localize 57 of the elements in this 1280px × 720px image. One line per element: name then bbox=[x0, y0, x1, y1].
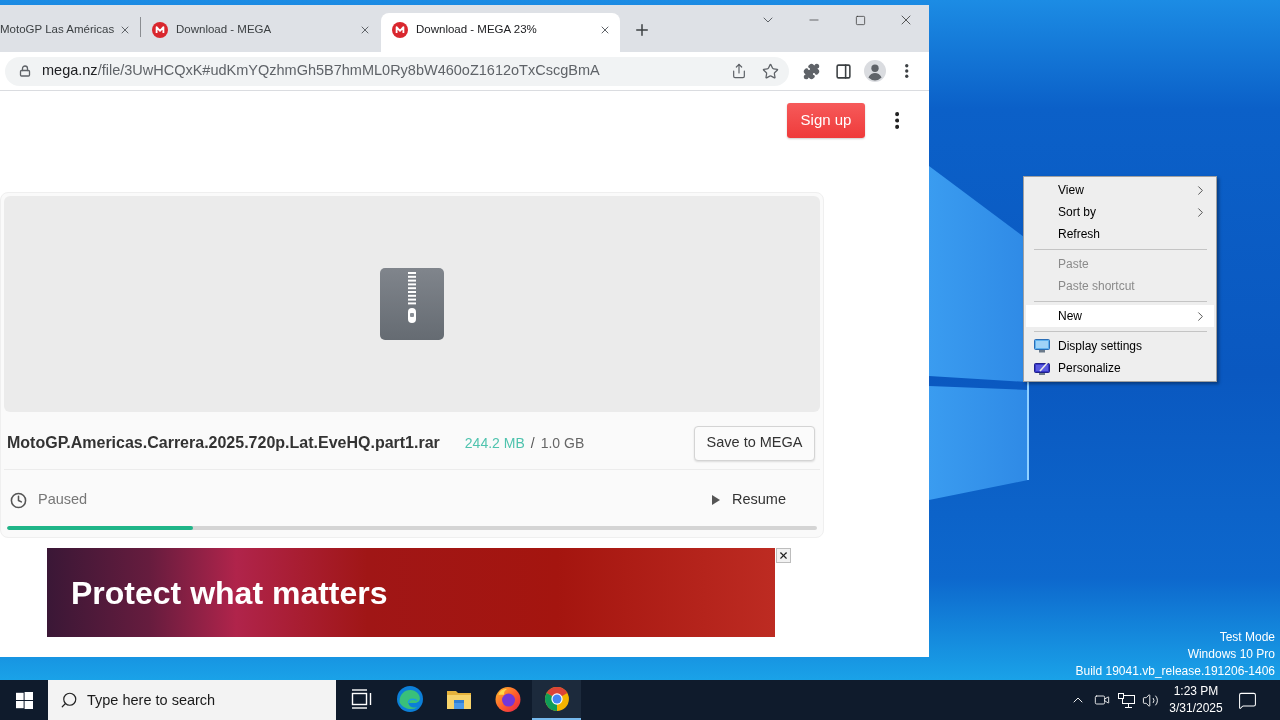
sign-up-button[interactable]: Sign up bbox=[787, 103, 865, 138]
profile-icon bbox=[864, 60, 886, 82]
task-view-icon bbox=[349, 689, 372, 709]
menu-item[interactable]: View bbox=[1026, 179, 1214, 201]
clock-icon bbox=[10, 491, 27, 509]
share-icon bbox=[731, 63, 747, 79]
network-icon bbox=[1117, 692, 1135, 708]
maximize-icon bbox=[854, 14, 866, 26]
fox-browser-icon bbox=[494, 686, 521, 712]
puzzle-icon bbox=[802, 62, 820, 80]
save-to-mega-button[interactable]: Save to MEGA bbox=[694, 425, 815, 461]
menu-item[interactable]: New bbox=[1026, 305, 1214, 327]
folder-icon bbox=[445, 688, 472, 710]
total-size: 1.0 GB bbox=[540, 433, 585, 453]
close-icon bbox=[778, 550, 789, 561]
address-bar[interactable]: mega.nz/file/3UwHCQxK#udKmYQzhmGh5B7hmML0Ry8bW460oZ1612oTxCscgBmA bbox=[5, 56, 789, 86]
system-notice-line: Windows 10 Pro bbox=[1186, 646, 1275, 663]
search-field[interactable]: Type here to search bbox=[48, 680, 336, 720]
system-notice-line: Test Mode bbox=[1218, 629, 1275, 646]
round-browser-icon bbox=[543, 686, 570, 712]
archive-file-icon bbox=[380, 268, 444, 340]
swirl-browser-icon bbox=[396, 686, 423, 712]
volume-icon bbox=[1141, 691, 1159, 709]
clock-button[interactable]: 1:23 PM 3/31/2025 bbox=[1162, 680, 1230, 720]
plus-icon bbox=[633, 21, 651, 39]
browser-tab[interactable]: MotoGP Las Américas bbox=[0, 13, 140, 52]
browser-taskbar-button[interactable] bbox=[532, 680, 581, 720]
search-icon bbox=[60, 691, 78, 709]
menu-item[interactable]: Sort by bbox=[1026, 201, 1214, 223]
browser-tab[interactable]: Download - MEGA bbox=[141, 13, 380, 52]
file-name: MotoGP.Americas.Carrera.2025.720p.Lat.EveHQ.part1.rar bbox=[7, 433, 440, 453]
resume-button[interactable]: Resume bbox=[708, 485, 790, 515]
downloaded-size: 244.2 MB bbox=[464, 433, 525, 453]
monitor-icon bbox=[1034, 339, 1050, 353]
transfer-status: Paused bbox=[38, 490, 88, 510]
notification-icon bbox=[1237, 690, 1257, 710]
browser-tab[interactable]: Download - MEGA 23% bbox=[381, 13, 620, 52]
system-notice-line: Build 19041.vb_release.191206-1406 bbox=[1075, 663, 1275, 680]
size-separator: / bbox=[530, 433, 535, 453]
menu-item[interactable]: Display settings bbox=[1026, 335, 1214, 357]
close-icon bbox=[119, 24, 131, 36]
monitor-brush-icon bbox=[1034, 361, 1050, 375]
menu-item[interactable]: Refresh bbox=[1026, 223, 1214, 245]
star-icon bbox=[761, 62, 779, 80]
url-text: mega.nz/file/3UwHCQxK#udKmYQzhmGh5B7hmML0Ry8bW460oZ1612oTxCscgBmA bbox=[42, 61, 600, 81]
play-icon bbox=[712, 495, 720, 505]
start-icon bbox=[15, 691, 33, 709]
side-panel-icon bbox=[834, 62, 852, 80]
menu-item[interactable]: Personalize bbox=[1026, 357, 1214, 379]
ad-headline: Protect what matters bbox=[71, 573, 388, 613]
ad-close-button[interactable] bbox=[776, 548, 791, 563]
lock-icon bbox=[19, 65, 31, 77]
menu-icon bbox=[905, 64, 909, 78]
close-icon bbox=[599, 24, 611, 36]
close-icon bbox=[359, 24, 371, 36]
more-icon bbox=[894, 112, 900, 129]
camera-icon bbox=[1094, 692, 1110, 708]
